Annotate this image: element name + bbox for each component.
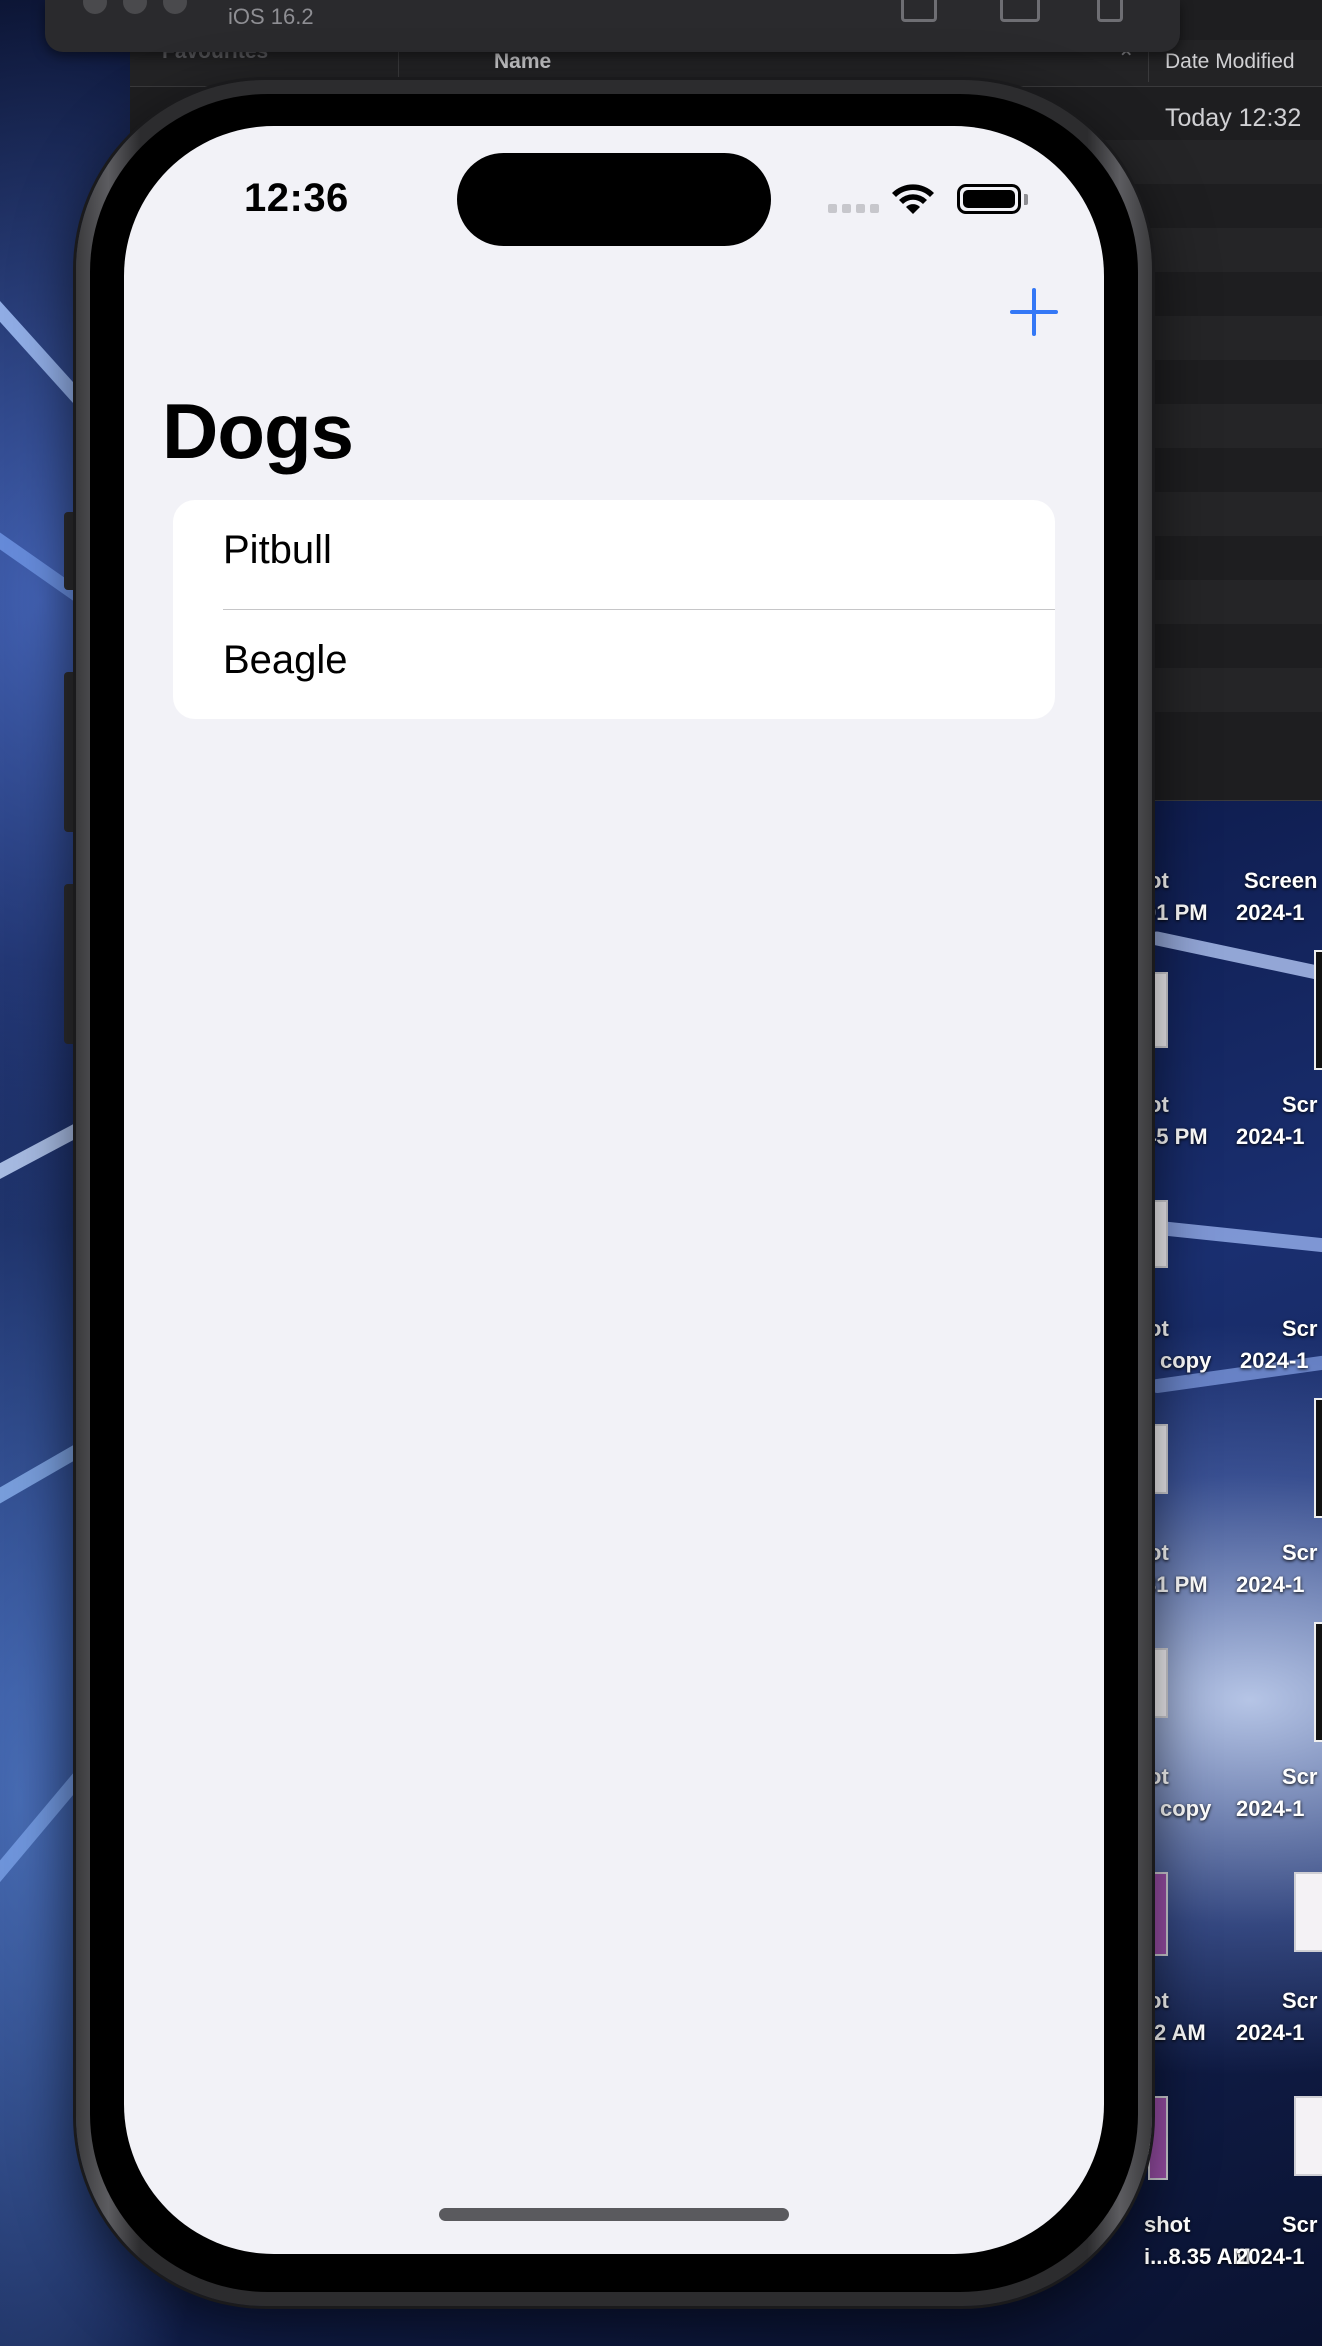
battery-level <box>963 190 1015 208</box>
add-dog-button[interactable] <box>1010 288 1058 336</box>
desktop-file-caption: Scr <box>1282 2212 1318 2237</box>
screenshot-thumbnail[interactable] <box>1314 1622 1322 1742</box>
rotate-device-icon[interactable] <box>1097 0 1123 22</box>
screenshot-camera-icon[interactable] <box>1000 0 1040 22</box>
close-window-button[interactable] <box>83 0 107 14</box>
battery-nub <box>1024 194 1028 205</box>
cellular-signal-icon <box>828 204 880 214</box>
screenshot-thumbnail[interactable] <box>1294 1872 1322 1952</box>
desktop-file-caption: Scr <box>1282 1540 1318 1565</box>
home-button-icon[interactable] <box>901 0 937 22</box>
desktop-file-caption: Scr <box>1282 1316 1318 1341</box>
desktop-icons: ot 01 PM Screen 2024-1 ot 45 PM Scr 2024… <box>1144 800 1322 2346</box>
desktop-file-caption: 2024-1 <box>1236 2020 1305 2045</box>
iphone-screen: 12:36 Dogs Pitbull Beagle <box>124 126 1104 2254</box>
battery-icon <box>957 184 1021 214</box>
desktop-file-caption: i...8.35 AM <box>1144 2244 1251 2269</box>
desktop-file-caption: 2024-1 <box>1236 900 1305 925</box>
plus-icon <box>1032 288 1036 336</box>
screenshot-thumbnail[interactable] <box>1314 1398 1322 1518</box>
screenshot-thumbnail[interactable] <box>1314 950 1322 1070</box>
date-modified-column-header[interactable]: Date Modified <box>1165 44 1295 80</box>
desktop-file-caption: 2 AM <box>1154 2020 1206 2045</box>
home-indicator[interactable] <box>439 2208 789 2221</box>
desktop-file-caption: Scr <box>1282 1988 1318 2013</box>
wifi-icon <box>892 184 934 214</box>
simulator-os-label: iOS 16.2 <box>228 4 314 29</box>
desktop-file-caption: 45 PM <box>1144 1124 1208 1149</box>
page-title: Dogs <box>162 387 354 475</box>
desktop-file-caption: shot <box>1144 2212 1191 2237</box>
desktop-file-caption: 2024-1 <box>1240 1348 1309 1373</box>
dynamic-island <box>457 153 771 246</box>
desktop-file-caption: Scr <box>1282 1092 1318 1117</box>
desktop-file-caption: copy <box>1160 1796 1212 1821</box>
desktop-file-caption: Scr <box>1282 1764 1318 1789</box>
desktop-file-caption: 31 PM <box>1144 1572 1208 1597</box>
desktop-file-caption: 2024-1 <box>1236 1796 1305 1821</box>
desktop-file-caption: Screen <box>1244 868 1318 893</box>
list-item[interactable]: Pitbull <box>173 500 1055 610</box>
list-item-label: Beagle <box>223 638 348 682</box>
screenshot-thumbnail[interactable] <box>1294 2096 1322 2176</box>
desktop-file-caption: 2024-1 <box>1236 1572 1305 1597</box>
desktop-file-caption: 2024-1 <box>1236 2244 1305 2269</box>
minimize-window-button[interactable] <box>123 0 147 14</box>
dog-list: Pitbull Beagle <box>173 500 1055 719</box>
list-item-label: Pitbull <box>223 528 332 572</box>
desktop-file-caption: 01 PM <box>1144 900 1208 925</box>
simulator-toolbar: iOS 16.2 <box>45 0 1180 52</box>
desktop-file-caption: copy <box>1160 1348 1212 1373</box>
desktop-file-caption: 2024-1 <box>1236 1124 1305 1149</box>
list-item[interactable]: Beagle <box>173 610 1055 719</box>
zoom-window-button[interactable] <box>163 0 187 14</box>
status-bar-time: 12:36 <box>244 176 349 220</box>
